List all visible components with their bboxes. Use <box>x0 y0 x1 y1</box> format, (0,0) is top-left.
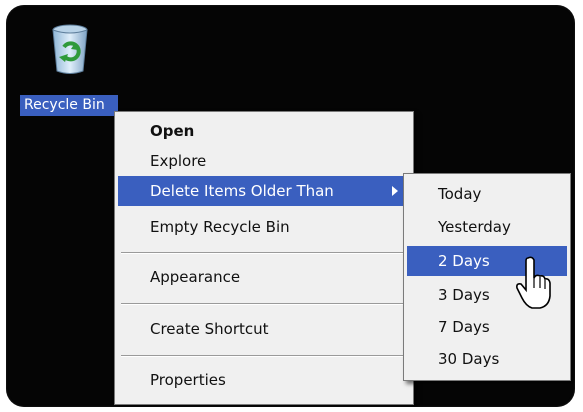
screenshot-frame: Recycle Bin Open Explore Delete Items Ol… <box>0 0 583 412</box>
mouse-cursor-icon <box>516 256 558 312</box>
submenu-item-7-days[interactable]: 7 Days <box>407 312 567 342</box>
desktop[interactable]: Recycle Bin Open Explore Delete Items Ol… <box>6 5 575 407</box>
submenu-item-30-days[interactable]: 30 Days <box>407 344 567 374</box>
menu-separator <box>121 252 407 254</box>
menu-separator <box>121 303 407 305</box>
submenu-item-yesterday[interactable]: Yesterday <box>407 212 567 242</box>
menu-item-open[interactable]: Open <box>118 116 410 146</box>
recycle-bin-label[interactable]: Recycle Bin <box>20 95 118 116</box>
menu-item-properties[interactable]: Properties <box>118 365 410 395</box>
menu-item-delete-items-older-than[interactable]: Delete Items Older Than <box>118 176 410 206</box>
submenu-arrow-icon <box>392 186 398 196</box>
submenu-item-today[interactable]: Today <box>407 179 567 209</box>
menu-item-empty-recycle-bin[interactable]: Empty Recycle Bin <box>118 212 410 242</box>
menu-item-appearance[interactable]: Appearance <box>118 262 410 292</box>
menu-separator <box>121 355 407 357</box>
recycle-bin-icon[interactable] <box>48 21 96 77</box>
menu-item-create-shortcut[interactable]: Create Shortcut <box>118 314 410 344</box>
menu-item-explore[interactable]: Explore <box>118 146 410 176</box>
menu-item-label: Delete Items Older Than <box>150 182 334 200</box>
context-menu: Open Explore Delete Items Older Than Emp… <box>114 111 414 405</box>
